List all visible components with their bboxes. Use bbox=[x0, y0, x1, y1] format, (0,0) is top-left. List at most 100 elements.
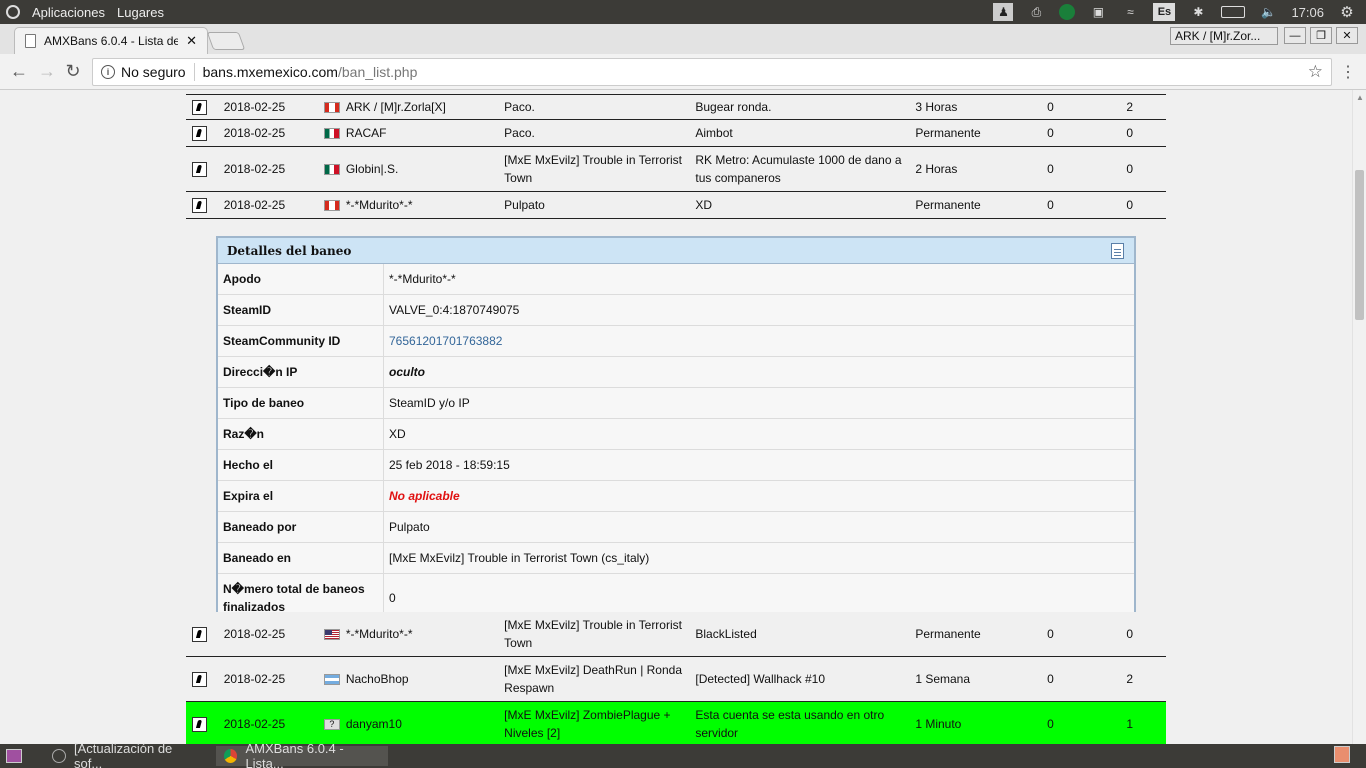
ban-count: 1 bbox=[1126, 717, 1134, 731]
wifi-icon[interactable]: ≈ bbox=[1121, 3, 1139, 21]
game-cell bbox=[186, 161, 214, 177]
status-green-icon[interactable] bbox=[1059, 4, 1076, 20]
ban-list-top: 2018-02-25 ARK / [M]r.Zorla[X] Paco. Bugear… bbox=[186, 94, 1166, 219]
ban-date: 2018-02-25 bbox=[223, 126, 286, 140]
ban-length: 2 Horas bbox=[915, 162, 958, 176]
clock[interactable]: 17:06 bbox=[1291, 3, 1324, 21]
details-row: Baneado por Pulpato bbox=[218, 512, 1134, 543]
ban-row[interactable]: 2018-02-25 NachoBhop [MxE MxEvilz] DeathRu… bbox=[186, 657, 1166, 702]
ban-length: 1 Semana bbox=[915, 672, 971, 686]
cs-game-icon bbox=[192, 716, 208, 732]
close-tab-icon[interactable]: ✕ bbox=[186, 33, 197, 49]
info-icon[interactable]: i bbox=[101, 65, 115, 79]
ban-reason: XD bbox=[695, 198, 713, 212]
gear-icon[interactable]: ⚙ bbox=[1338, 3, 1356, 21]
url-path[interactable]: /ban_list.php bbox=[338, 64, 417, 80]
ban-row[interactable]: 2018-02-25 *-*Mdurito*-* Pulpato XD Permanen… bbox=[186, 192, 1166, 219]
details-row: Baneado en [MxE MxEvilz] Trouble in Terro… bbox=[218, 543, 1134, 574]
nick-cell: RACAF bbox=[323, 126, 504, 140]
menu-dots-icon[interactable]: ⋮ bbox=[1340, 62, 1356, 82]
browser-tab[interactable]: AMXBans 6.0.4 - Lista de ✕ bbox=[14, 27, 208, 54]
details-title: Detalles del baneo bbox=[227, 243, 352, 258]
taskbar-item-chrome[interactable]: AMXBans 6.0.4 - Lista... bbox=[216, 741, 388, 768]
cs-game-icon bbox=[192, 671, 208, 687]
nick-cell: *-*Mdurito*-* bbox=[323, 198, 504, 212]
taskbar-item-update[interactable]: [Actualización de sof... bbox=[44, 741, 212, 768]
ban-reason: BlackListed bbox=[695, 627, 757, 641]
taskbar-item-label: AMXBans 6.0.4 - Lista... bbox=[245, 741, 344, 768]
ban-row[interactable]: 2018-02-25 *-*Mdurito*-* [MxE MxEvilz] Tro… bbox=[186, 612, 1166, 657]
ban-server: [MxE MxEvilz] ZombiePlague + Niveles [2] bbox=[504, 708, 671, 740]
ban-server: [MxE MxEvilz] DeathRun | Ronda Respawn bbox=[504, 663, 683, 695]
game-cell bbox=[186, 125, 214, 141]
back-arrow-icon[interactable]: ← bbox=[8, 61, 30, 82]
ban-server: Paco. bbox=[504, 100, 535, 114]
details-value: [MxE MxEvilz] Trouble in Terrorist Town … bbox=[389, 551, 650, 565]
display-tray-icon[interactable]: ▣ bbox=[1089, 3, 1107, 21]
counter-strike-tray-icon[interactable]: ♟ bbox=[993, 3, 1014, 21]
ban-reason: RK Metro: Acumulaste 1000 de dano a tus … bbox=[695, 153, 902, 185]
ban-reason: Esta cuenta se esta usando en otro servi… bbox=[695, 708, 885, 740]
country-flag-icon bbox=[323, 101, 340, 113]
address-bar[interactable]: i No seguro bans.mxemexico.com/ban_list.… bbox=[92, 58, 1332, 86]
battery-icon[interactable] bbox=[1221, 6, 1246, 18]
printer-tray-icon[interactable]: ⎙ bbox=[1027, 3, 1045, 21]
ban-count: 0 bbox=[1126, 198, 1134, 212]
places-menu[interactable]: Lugares bbox=[117, 5, 164, 20]
ban-date: 2018-02-25 bbox=[223, 198, 286, 212]
ban-list-bottom: 2018-02-25 *-*Mdurito*-* [MxE MxEvilz] Tro… bbox=[186, 612, 1166, 744]
bluetooth-icon[interactable]: ✱ bbox=[1189, 3, 1207, 21]
ubuntu-logo-icon[interactable] bbox=[6, 5, 20, 19]
ban-date: 2018-02-25 bbox=[223, 672, 286, 686]
bookmark-star-icon[interactable]: ☆ bbox=[1308, 62, 1323, 82]
reload-icon[interactable]: ↻ bbox=[62, 61, 84, 82]
player-nick: NachoBhop bbox=[345, 672, 409, 686]
new-tab-button[interactable] bbox=[206, 32, 246, 50]
close-window-icon[interactable]: ✕ bbox=[1336, 27, 1358, 44]
vertical-scrollbar[interactable]: ▲ bbox=[1352, 90, 1366, 744]
player-nick: ARK / [M]r.Zorla[X] bbox=[345, 100, 446, 114]
show-desktop-icon[interactable] bbox=[6, 749, 22, 763]
ban-row[interactable]: 2018-02-25 RACAF Paco. Aimbot Permanente 0 0 bbox=[186, 120, 1166, 147]
ban-server: [MxE MxEvilz] Trouble in Terrorist Town bbox=[504, 618, 682, 650]
player-nick: Globin|.S. bbox=[345, 162, 399, 176]
page-icon bbox=[25, 34, 36, 48]
applications-menu[interactable]: Aplicaciones bbox=[32, 5, 105, 20]
minimize-icon[interactable]: — bbox=[1284, 27, 1306, 44]
details-label: Expira el bbox=[218, 481, 384, 511]
details-value[interactable]: 76561201701763882 bbox=[384, 326, 1134, 356]
details-row: Raz�n XD bbox=[218, 419, 1134, 450]
details-label: Tipo de baneo bbox=[218, 388, 384, 418]
details-label: Baneado por bbox=[218, 512, 384, 542]
ban-row[interactable]: 2018-02-25? danyam10 [MxE MxEvilz] ZombieP… bbox=[186, 702, 1166, 744]
ban-length: Permanente bbox=[915, 126, 981, 140]
game-cell bbox=[186, 99, 214, 115]
details-value: 25 feb 2018 - 18:59:15 bbox=[389, 458, 510, 472]
ban-row[interactable]: 2018-02-25 Globin|.S. [MxE MxEvilz] Troubl… bbox=[186, 147, 1166, 192]
maximize-icon[interactable]: ❐ bbox=[1310, 27, 1332, 44]
forward-arrow-icon[interactable]: → bbox=[36, 61, 58, 82]
keyboard-layout-indicator[interactable]: Es bbox=[1153, 3, 1176, 21]
insecure-label[interactable]: No seguro bbox=[121, 64, 186, 80]
details-row: Hecho el 25 feb 2018 - 18:59:15 bbox=[218, 450, 1134, 481]
details-label: SteamID bbox=[218, 295, 384, 325]
country-flag-icon bbox=[323, 628, 340, 640]
player-nick: danyam10 bbox=[345, 717, 402, 731]
details-value: VALVE_0:4:1870749075 bbox=[389, 303, 520, 317]
details-value: oculto bbox=[389, 365, 425, 379]
ban-count: 2 bbox=[1126, 100, 1134, 114]
details-label: Apodo bbox=[218, 264, 384, 294]
ban-date: 2018-02-25 bbox=[223, 627, 286, 641]
window-title: ARK / [M]r.Zor... bbox=[1170, 27, 1278, 45]
ban-length: Permanente bbox=[915, 627, 981, 641]
document-icon[interactable] bbox=[1111, 243, 1124, 259]
ban-count: 0 bbox=[1126, 126, 1134, 140]
url-host[interactable]: bans.mxemexico.com bbox=[203, 64, 338, 80]
ban-row[interactable]: 2018-02-25 ARK / [M]r.Zorla[X] Paco. Bugear… bbox=[186, 94, 1166, 120]
volume-icon[interactable]: 🔈 bbox=[1259, 3, 1277, 21]
scrollbar-thumb[interactable] bbox=[1355, 170, 1364, 320]
trash-icon[interactable] bbox=[1334, 746, 1350, 763]
scroll-up-arrow-icon[interactable]: ▲ bbox=[1356, 93, 1364, 102]
ban-details-panel: Detalles del baneo Apodo *-*Mdurito*-* Ste… bbox=[216, 236, 1136, 625]
top-panel: Aplicaciones Lugares ♟ ⎙ ▣ ≈ Es ✱ 🔈 17:0… bbox=[0, 0, 1366, 24]
